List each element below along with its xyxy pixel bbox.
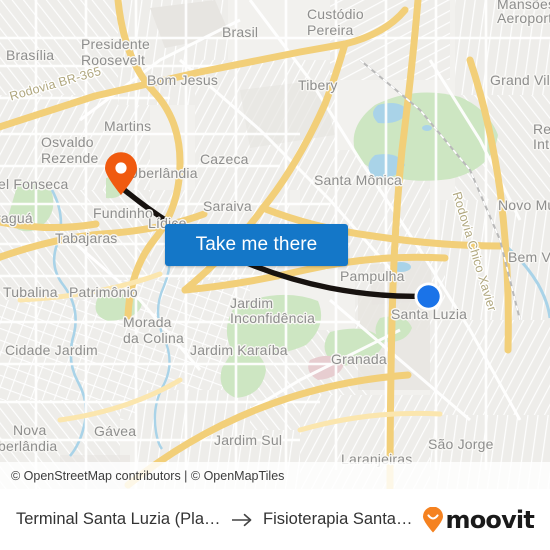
take-me-there-label: Take me there: [195, 234, 318, 255]
take-me-there-button[interactable]: Take me there: [165, 224, 348, 266]
moovit-trip-map-screen: Brasília Presidente Roosevelt Brasil Custódi…: [0, 0, 550, 550]
trip-summary-footer: Terminal Santa Luzia (Platafo… Fisiotera…: [0, 489, 550, 550]
arrow-right-icon: [231, 512, 253, 528]
moovit-logo[interactable]: moovit: [422, 505, 535, 534]
map-canvas[interactable]: Brasília Presidente Roosevelt Brasil Custódi…: [0, 0, 550, 489]
moovit-pin-icon: [422, 506, 444, 533]
destination-label: Fisioterapia Santa…: [262, 510, 413, 528]
destination-dot-icon[interactable]: [414, 282, 443, 311]
map-attribution-bar: © OpenStreetMap contributors | © OpenMap…: [0, 462, 550, 489]
attribution-text[interactable]: © OpenStreetMap contributors | © OpenMap…: [11, 469, 284, 483]
moovit-wordmark: moovit: [445, 505, 535, 534]
origin-pin-icon[interactable]: [104, 152, 138, 196]
origin-label: Terminal Santa Luzia (Platafo…: [15, 510, 221, 528]
